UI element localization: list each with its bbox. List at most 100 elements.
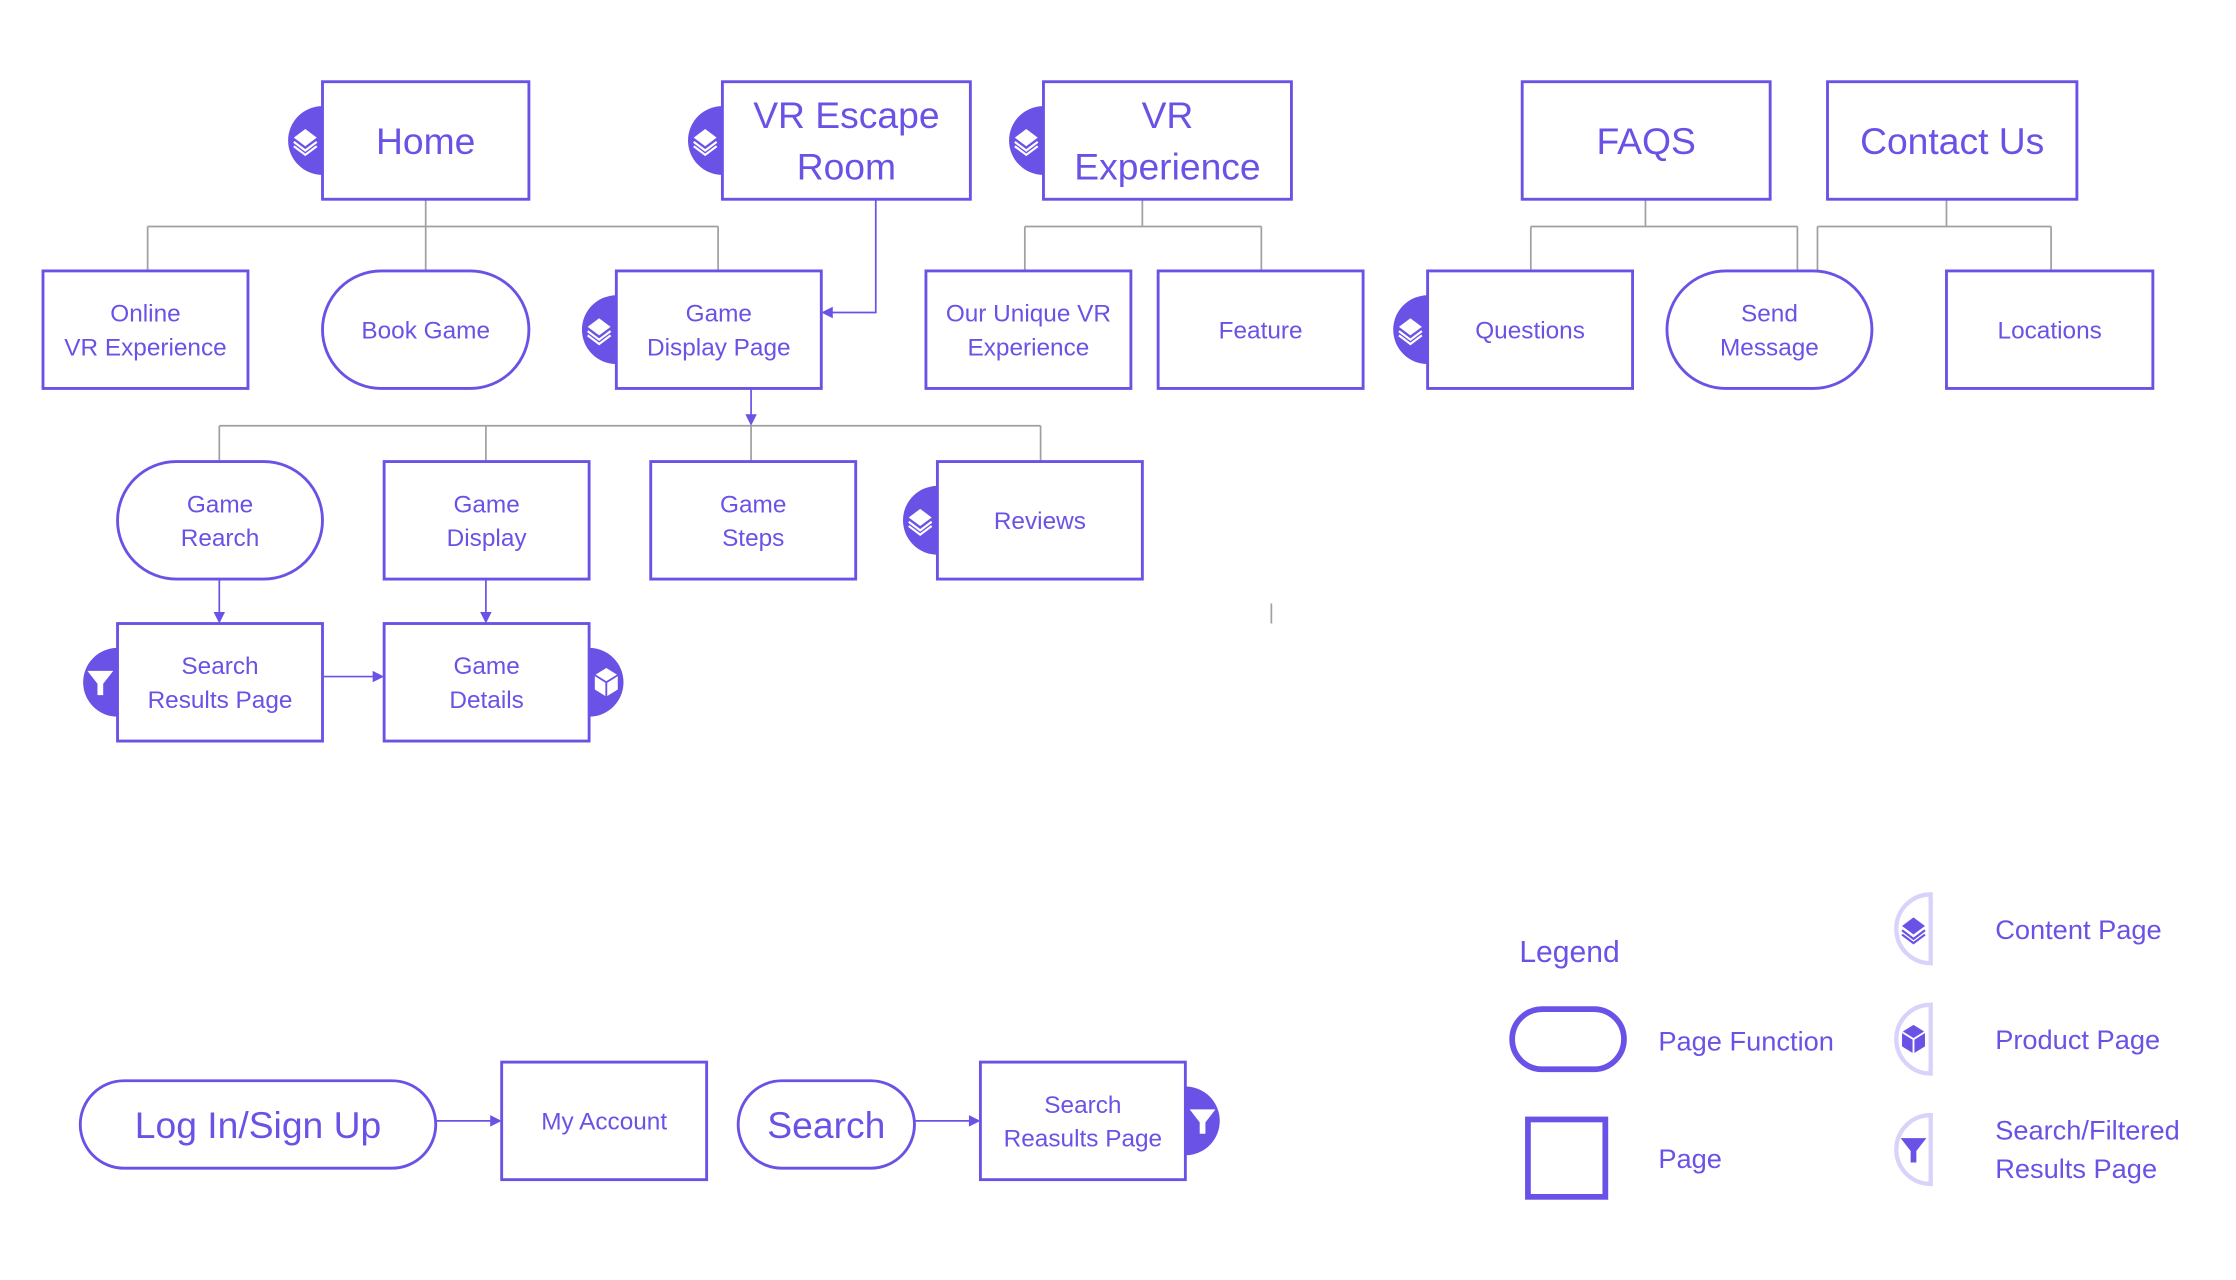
arrowhead-icon <box>213 612 226 624</box>
arrow-connector <box>821 199 877 319</box>
node-label-line: Game <box>187 491 253 518</box>
connector-line <box>218 424 1042 462</box>
node-label: Contact Us <box>1860 120 2044 162</box>
arrowhead-icon <box>372 670 385 683</box>
page-type-badge <box>288 106 323 175</box>
legend-page-label: Page <box>1658 1143 1722 1174</box>
arrow-connector <box>213 579 226 624</box>
node-label-line: Steps <box>722 525 784 552</box>
page-type-badge <box>1894 892 1933 966</box>
node-label-line: Rearch <box>181 525 260 552</box>
legend-product-page-label: Product Page <box>1995 1024 2160 1055</box>
node-label-line: VR <box>1142 94 1194 136</box>
page-type-badge <box>1894 1002 1933 1076</box>
node-book-game[interactable]: Book Game <box>321 269 531 390</box>
node-label-line: Questions <box>1475 317 1585 344</box>
arrowhead-icon <box>490 1115 502 1127</box>
node-contact-us[interactable]: Contact Us <box>1826 80 2079 201</box>
node-game-rearch[interactable]: Game Rearch <box>116 460 324 581</box>
node-label-line: Reviews <box>994 508 1086 535</box>
node-label-line: Book Game <box>361 317 490 344</box>
node-our-unique-vr-experience[interactable]: Our Unique VR Experience <box>924 269 1133 390</box>
node-label-line: Room <box>797 146 896 188</box>
node-label-line: Game <box>453 491 519 518</box>
legend-content-page-label: Content Page <box>1995 914 2161 945</box>
arrowhead-icon <box>968 1115 981 1127</box>
node-label-line: Reasults Page <box>1004 1125 1162 1152</box>
node-label-line: VR Experience <box>64 334 226 361</box>
node-label: Search <box>767 1104 885 1146</box>
node-vr-escape-room[interactable]: VR Escape Room <box>688 80 972 201</box>
node-label-line: Home <box>376 120 475 162</box>
arrow-connector <box>914 1115 981 1127</box>
arrow-connector <box>480 579 492 624</box>
node-label-line: Game <box>720 491 786 518</box>
node-label-line: Game <box>686 301 752 328</box>
arrowhead-icon <box>821 306 833 319</box>
node-search-reasults-page[interactable]: Search Reasults Page <box>978 1060 1220 1182</box>
arrow-connector <box>322 670 385 683</box>
node-label: My Account <box>541 1109 667 1136</box>
node-locations[interactable]: Locations <box>1945 269 2155 390</box>
node-label-line: My Account <box>541 1109 667 1136</box>
node-home[interactable]: Home <box>288 80 531 201</box>
node-label-line: Search <box>767 1104 885 1146</box>
node-search[interactable]: Search <box>736 1079 916 1170</box>
node-label-line: Experience <box>1074 146 1260 188</box>
node-label-line: Search <box>1044 1092 1121 1119</box>
node-label-line: Send <box>1741 301 1798 328</box>
node-label-line: Game <box>453 653 519 680</box>
node-label: Questions <box>1475 317 1585 344</box>
node-label-line: Display <box>447 525 528 552</box>
connector-line <box>1023 199 1263 271</box>
legend-page-shape <box>1525 1116 1609 1200</box>
page-type-badge <box>903 485 938 555</box>
node-game-display-page[interactable]: Game Display Page <box>581 269 823 390</box>
node-game-details[interactable]: Game Details <box>382 622 624 743</box>
node-my-account[interactable]: My Account <box>500 1060 709 1182</box>
node-label-line: Message <box>1720 334 1819 361</box>
legend-title: Legend <box>1519 936 1619 969</box>
arrowhead-icon <box>480 612 492 624</box>
node-label-line: Display Page <box>647 334 791 361</box>
node-online-vr-experience[interactable]: Online VR Experience <box>41 269 250 390</box>
node-send-message[interactable]: Send Message <box>1665 269 1874 390</box>
node-search-results-page[interactable]: Search Results Page <box>83 622 324 743</box>
node-questions[interactable]: Questions <box>1393 269 1634 390</box>
node-label-line: Experience <box>967 334 1089 361</box>
legend-page-function-shape <box>1509 1006 1627 1073</box>
node-label-line: Results Page <box>148 687 293 714</box>
node-reviews[interactable]: Reviews <box>903 460 1144 581</box>
node-label: Home <box>376 120 475 162</box>
node-label-line: Details <box>449 687 523 714</box>
node-vr-experience[interactable]: VR Experience <box>1009 80 1293 201</box>
node-label-line: Feature <box>1219 317 1303 344</box>
node-log-in-sign-up[interactable]: Log In/Sign Up <box>78 1079 438 1170</box>
page-type-badge <box>83 647 118 717</box>
node-game-display[interactable]: Game Display <box>382 460 591 581</box>
legend-page-function-label: Page Function <box>1658 1026 1834 1057</box>
node-label: Reviews <box>994 508 1086 535</box>
page-type-badge <box>581 295 617 365</box>
node-label: Book Game <box>361 317 490 344</box>
page-type-badge <box>1185 1086 1220 1156</box>
nodes: Home VR Escape Room VR Experience FAQS Contact… <box>41 80 2155 1182</box>
node-faqs[interactable]: FAQS <box>1520 80 1772 201</box>
node-label-line: Locations <box>1998 317 2102 344</box>
node-game-steps[interactable]: Game Steps <box>649 460 858 581</box>
page-type-badge <box>1009 106 1044 175</box>
node-label-line: VR Escape <box>753 94 939 136</box>
node-label-line: Online <box>110 301 180 328</box>
node-label-line: Log In/Sign Up <box>135 1104 381 1146</box>
node-label-line: Contact Us <box>1860 120 2044 162</box>
legend-search-filtered-label: Search/Filtered Results Page <box>1995 1115 2180 1185</box>
page-type-badge <box>1393 295 1428 365</box>
node-label-line: Search <box>181 653 258 680</box>
connector-line <box>1529 199 1799 271</box>
legend: Legend Page Function Page Content Page Produ… <box>1509 892 2180 1200</box>
node-feature[interactable]: Feature <box>1156 269 1365 390</box>
node-label: Log In/Sign Up <box>135 1104 381 1146</box>
connector-line <box>1816 199 2052 271</box>
node-label: Locations <box>1998 317 2102 344</box>
node-label: Feature <box>1219 317 1303 344</box>
